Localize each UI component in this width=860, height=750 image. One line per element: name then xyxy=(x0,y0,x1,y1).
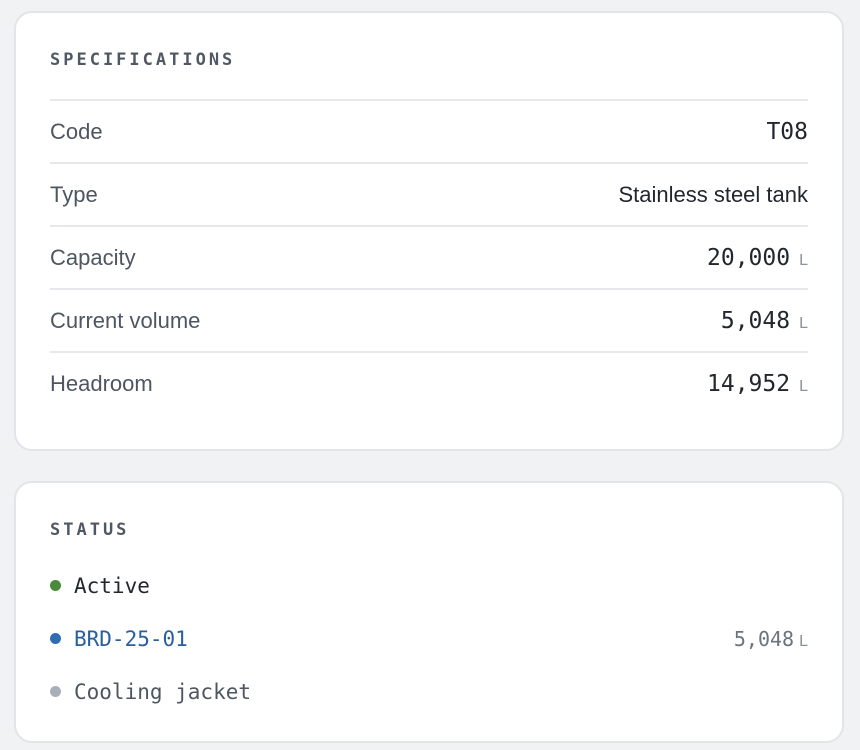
status-dot-icon xyxy=(50,686,61,697)
spec-label: Code xyxy=(50,118,103,144)
status-card: STATUS Active BRD-25-01 5,048 L Cooling … xyxy=(14,481,844,743)
spec-value-type: Stainless steel tank xyxy=(618,182,808,208)
spec-value-text: 5,048 xyxy=(720,307,791,334)
spec-value-capacity: 20,000 L xyxy=(707,245,808,271)
unit-label: L xyxy=(799,251,808,269)
spec-row-capacity: Capacity 20,000 L xyxy=(50,225,808,288)
status-list: Active BRD-25-01 5,048 L Cooling jacket xyxy=(50,559,808,718)
spec-value-text: 14,952 xyxy=(707,370,791,397)
specifications-title: SPECIFICATIONS xyxy=(50,50,236,70)
status-dot-icon xyxy=(50,580,61,591)
status-item-batch[interactable]: BRD-25-01 5,048 L xyxy=(50,612,808,665)
unit-label: L xyxy=(799,632,808,650)
status-item-active: Active xyxy=(50,559,808,612)
batch-link[interactable]: BRD-25-01 xyxy=(74,627,188,651)
status-item-cooling-jacket: Cooling jacket xyxy=(50,665,808,718)
status-label: Cooling jacket xyxy=(74,679,252,704)
status-label: Active xyxy=(74,573,150,598)
spec-label: Capacity xyxy=(50,244,136,270)
spec-row-type: Type Stainless steel tank xyxy=(50,162,808,225)
batch-volume: 5,048 L xyxy=(734,627,808,651)
spec-label: Headroom xyxy=(50,370,153,396)
spec-value-text: T08 xyxy=(766,118,808,145)
unit-label: L xyxy=(799,377,808,395)
batch-volume-value: 5,048 xyxy=(733,626,795,651)
specifications-card: SPECIFICATIONS Code T08 Type Stainless s… xyxy=(14,11,844,451)
unit-label: L xyxy=(799,314,808,332)
spec-value-code: T08 xyxy=(766,119,808,145)
status-title: STATUS xyxy=(50,520,130,540)
spec-value-text: 20,000 xyxy=(707,244,791,271)
spec-row-code: Code T08 xyxy=(50,99,808,162)
spec-row-current-volume: Current volume 5,048 L xyxy=(50,288,808,351)
spec-row-headroom: Headroom 14,952 L xyxy=(50,351,808,414)
status-dot-icon xyxy=(50,633,61,644)
specifications-list: Code T08 Type Stainless steel tank Capac… xyxy=(50,99,808,414)
spec-value-current-volume: 5,048 L xyxy=(721,308,808,334)
spec-value-headroom: 14,952 L xyxy=(707,371,808,397)
spec-label: Type xyxy=(50,181,98,207)
spec-value-text: Stainless steel tank xyxy=(618,181,808,207)
spec-label: Current volume xyxy=(50,307,201,333)
